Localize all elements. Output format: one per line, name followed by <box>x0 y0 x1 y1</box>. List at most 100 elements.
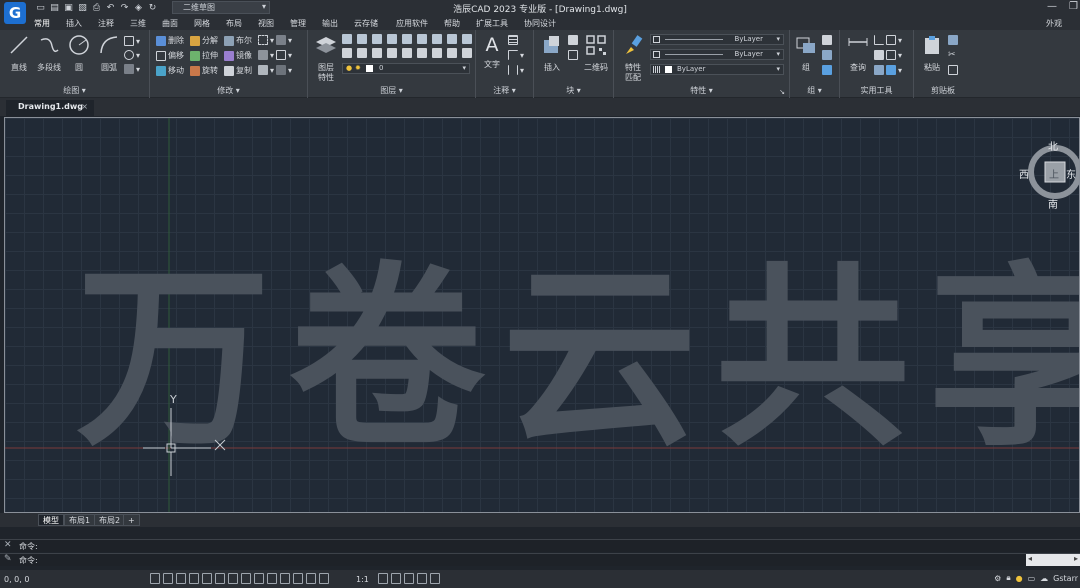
menu-tab-annotate[interactable]: 注释 <box>98 18 114 29</box>
line-button[interactable]: 直线 <box>6 34 32 73</box>
ellipse-tool[interactable]: ▾ <box>124 50 140 60</box>
insert-block-button[interactable]: 插入 <box>538 34 566 73</box>
selection-cycle-icon[interactable] <box>280 573 290 584</box>
menu-tab-apps[interactable]: 应用软件 <box>396 18 428 29</box>
erase-button[interactable]: 删除 <box>156 35 184 46</box>
group-panel-title[interactable]: 组 ▾ <box>790 85 839 96</box>
menu-tab-collab[interactable]: 协同设计 <box>524 18 556 29</box>
annotation-scale[interactable]: 1:1 <box>356 575 369 584</box>
circle-button[interactable]: 圆 <box>66 34 92 73</box>
gear-icon[interactable]: ⚙ <box>994 574 1001 583</box>
trim-tool[interactable]: ▾ ▾ <box>258 50 292 60</box>
layer-properties-button[interactable]: 图层 特性 <box>312 34 340 83</box>
copy-clip-tool[interactable] <box>948 35 958 45</box>
layer-dropdown[interactable]: ● ✹ 0 ▾ <box>342 63 470 74</box>
annotation-visibility-icon[interactable] <box>319 573 329 584</box>
transparency-icon[interactable] <box>267 573 277 584</box>
qrcode-button[interactable]: 二维码 <box>582 34 610 73</box>
layer-tool-icon[interactable] <box>342 48 352 58</box>
lightbulb-icon[interactable]: ● <box>1016 574 1023 583</box>
layer-tool-icon[interactable] <box>432 48 442 58</box>
match-properties-button[interactable]: 特性 匹配 <box>618 34 648 83</box>
paste-button[interactable]: 粘贴 <box>918 34 946 73</box>
layer-tool-icon[interactable] <box>372 34 382 44</box>
add-layout-button[interactable]: + <box>123 514 140 526</box>
boolean-button[interactable]: 布尔 <box>224 35 252 46</box>
fullscreen-icon[interactable] <box>430 573 440 584</box>
compass-south[interactable]: 南 <box>1048 196 1058 211</box>
layout-tab-layout2[interactable]: 布局2 <box>94 514 126 526</box>
lineweight-dropdown[interactable]: ByLayer ▾ <box>650 64 784 75</box>
appearance-menu[interactable]: 外观 <box>1046 18 1062 29</box>
command-scrollbar[interactable]: ◂ ▸ <box>1026 554 1080 566</box>
layer-tool-icon[interactable] <box>357 48 367 58</box>
scroll-left-icon[interactable]: ◂ <box>1028 554 1032 563</box>
table-tool[interactable] <box>508 35 518 45</box>
cloud-icon[interactable]: ☁ <box>1040 574 1048 583</box>
query-button[interactable]: 查询 <box>844 34 872 73</box>
drawing-canvas[interactable]: 万卷云共享 Y 北 南 西 东 上 <box>4 117 1080 513</box>
annotate-panel-title[interactable]: 注释 ▾ <box>476 85 533 96</box>
menu-tab-help[interactable]: 帮助 <box>444 18 460 29</box>
app-logo[interactable]: G <box>4 2 26 24</box>
menu-tab-view[interactable]: 视图 <box>258 18 274 29</box>
menu-tab-cloud[interactable]: 云存储 <box>354 18 378 29</box>
ducs-icon[interactable] <box>228 573 238 584</box>
layer-tool-icon[interactable] <box>417 34 427 44</box>
autoscale-icon[interactable] <box>378 573 388 584</box>
lock-icon[interactable]: 🔒︎ <box>1006 573 1010 583</box>
restore-icon[interactable]: ❐ <box>1069 1 1078 12</box>
block-panel-title[interactable]: 块 ▾ <box>534 85 613 96</box>
text-button[interactable]: A 文字 <box>480 34 504 70</box>
zoom-icon[interactable] <box>306 573 316 584</box>
arc-button[interactable]: 圆弧 <box>96 34 122 73</box>
utilities-panel-title[interactable]: 实用工具 <box>840 85 913 96</box>
compass-west[interactable]: 西 <box>1019 166 1029 181</box>
dimension-tool[interactable]: ▾ <box>508 65 524 75</box>
hatch-tool[interactable]: ▾ <box>124 64 140 74</box>
menu-tab-surface[interactable]: 曲面 <box>162 18 178 29</box>
block-edit-tool[interactable] <box>568 35 578 45</box>
minimize-icon[interactable]: — <box>1047 1 1057 12</box>
scale-tool[interactable]: ▾ ▾ <box>258 65 292 75</box>
polyline-button[interactable]: 多段线 <box>34 34 64 73</box>
menu-tab-insert[interactable]: 插入 <box>66 18 82 29</box>
calculator-tool[interactable]: ▾ <box>874 50 902 60</box>
copy-button[interactable]: 复制 <box>224 65 252 76</box>
leader-tool[interactable]: ▾ <box>508 50 524 60</box>
layer-tool-icon[interactable] <box>417 48 427 58</box>
menu-tab-output[interactable]: 输出 <box>322 18 338 29</box>
layer-tool-icon[interactable] <box>447 48 457 58</box>
layer-tool-icon[interactable] <box>462 48 472 58</box>
polar-icon[interactable] <box>189 573 199 584</box>
osnap-icon[interactable] <box>202 573 212 584</box>
layer-tool-icon[interactable] <box>372 48 382 58</box>
color-dropdown[interactable]: ByLayer ▾ <box>650 34 784 45</box>
ortho-icon[interactable] <box>176 573 186 584</box>
viewcube-top-face[interactable]: 上 <box>1049 166 1059 181</box>
array-tool[interactable]: ▾ ▾ <box>258 35 292 45</box>
layer-tool-icon[interactable] <box>462 34 472 44</box>
lineweight-toggle-icon[interactable] <box>254 573 264 584</box>
dialog-launcher-icon[interactable]: ↘ <box>779 88 785 96</box>
layer-tool-icon[interactable] <box>402 48 412 58</box>
compass-north[interactable]: 北 <box>1048 138 1058 153</box>
menu-tab-home[interactable]: 常用 <box>34 18 50 29</box>
layer-tool-icon[interactable] <box>402 34 412 44</box>
otrack-icon[interactable] <box>215 573 225 584</box>
layer-tool-icon[interactable] <box>387 48 397 58</box>
menu-tab-mesh[interactable]: 网格 <box>194 18 210 29</box>
draw-panel-title[interactable]: 绘图 ▾ <box>0 85 149 96</box>
pencil-icon[interactable]: ✎ <box>4 554 12 564</box>
layout-tab-model[interactable]: 模型 <box>38 514 64 526</box>
doc-tab-drawing1[interactable]: Drawing1.dwg × <box>6 100 94 116</box>
compass-east[interactable]: 东 <box>1066 166 1076 181</box>
stretch-button[interactable]: 拉伸 <box>190 50 218 61</box>
hardware-accel-icon[interactable] <box>417 573 427 584</box>
copy-base-tool[interactable] <box>948 65 958 75</box>
group-button[interactable]: 组 <box>792 34 820 73</box>
rotate-button[interactable]: 旋转 <box>190 65 218 76</box>
ungroup-tool[interactable] <box>822 35 832 45</box>
quick-select-tool[interactable]: ▾ <box>874 35 902 45</box>
snap-icon[interactable] <box>163 573 173 584</box>
